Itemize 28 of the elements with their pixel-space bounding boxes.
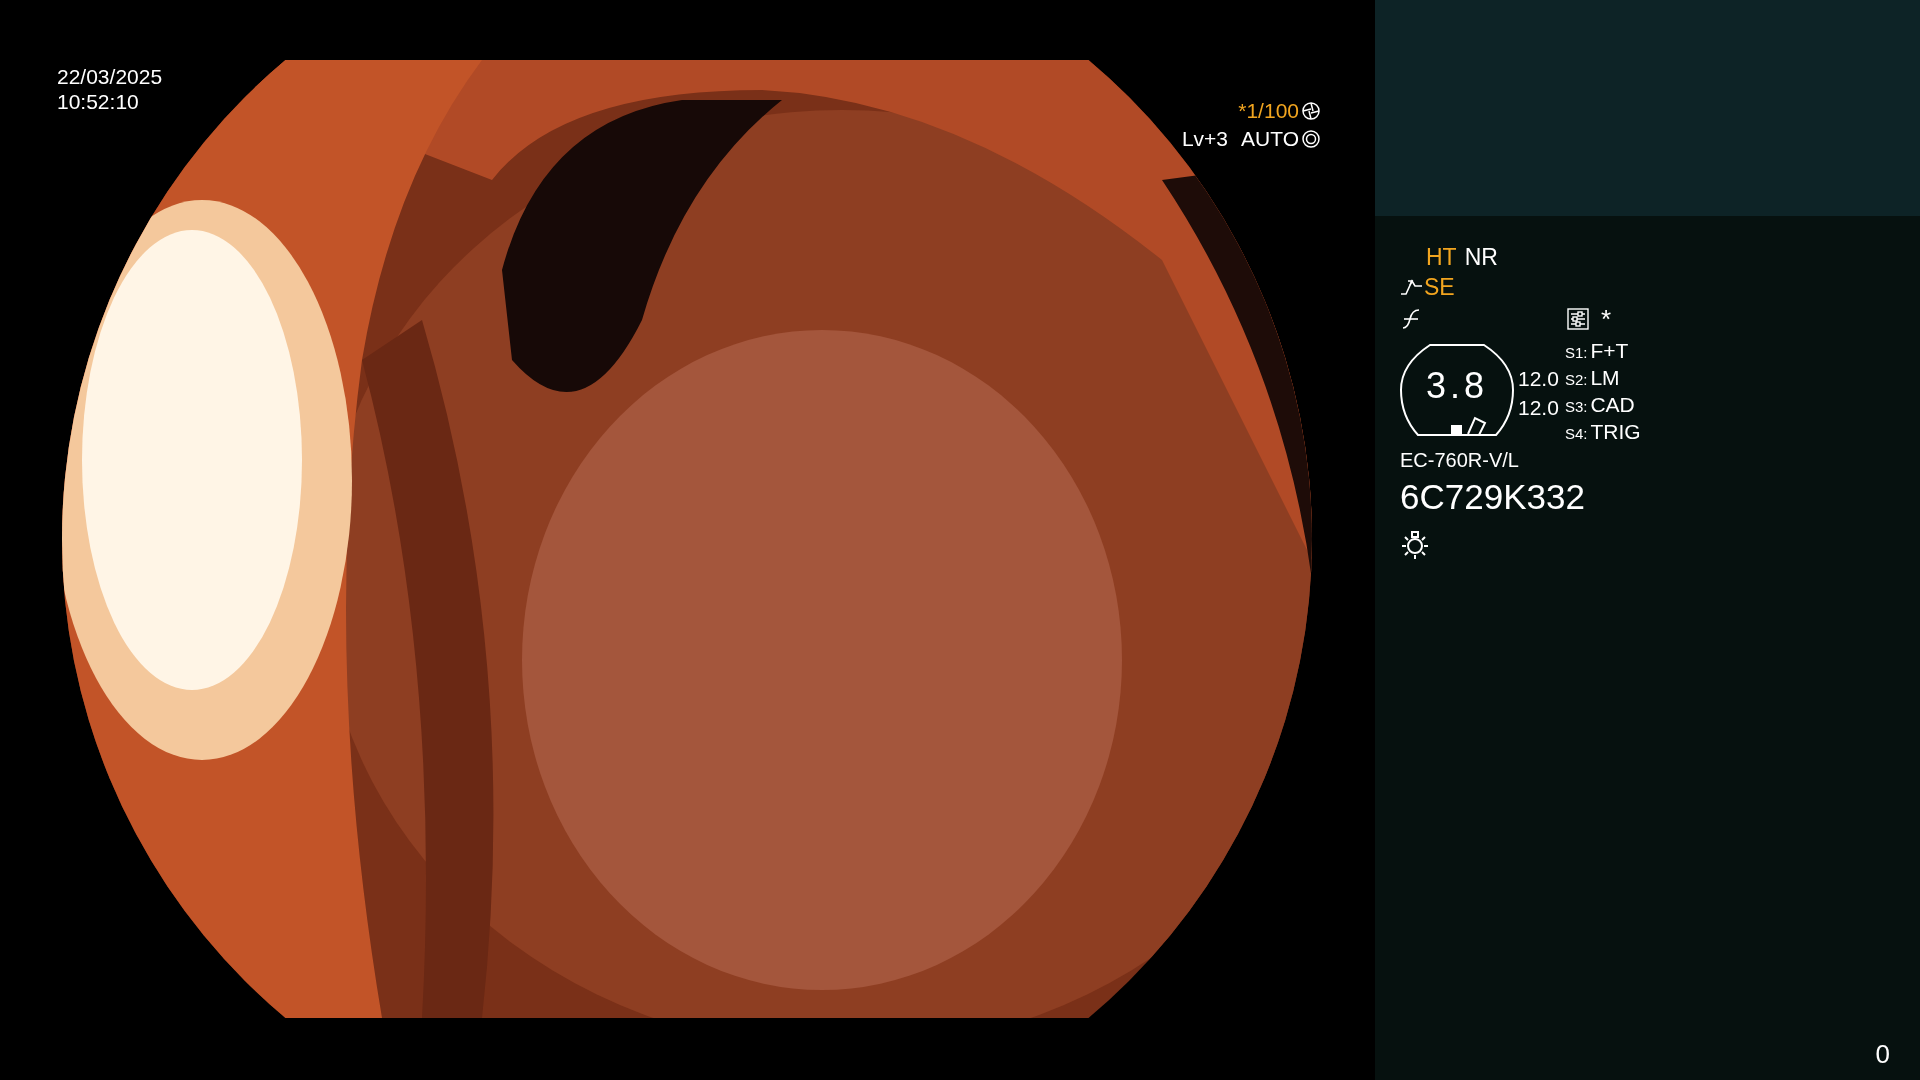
brightness-level-text: Lv+3: [1181, 126, 1229, 151]
counter-text: 0: [1875, 1038, 1890, 1071]
aperture-icon: [1302, 129, 1320, 148]
switch-label: S2:: [1564, 370, 1588, 390]
slashed-curve-icon: [1400, 308, 1422, 330]
shutter-speed-text: *1/100: [1238, 98, 1299, 123]
enhancement-mode-text: SE: [1424, 273, 1455, 302]
switch-label: S3:: [1564, 397, 1588, 417]
switch-function-text: CAD: [1590, 392, 1635, 417]
reading-text: 12.0: [1518, 366, 1559, 392]
exposure-mode-text: AUTO: [1241, 126, 1299, 151]
date-text: 22/03/2025: [57, 64, 163, 89]
scope-model-text: EC-760R-V/L: [1400, 448, 1520, 472]
sliders-icon: [1567, 308, 1589, 330]
switch-label: S1:: [1564, 343, 1588, 363]
serial-number-text: 6C729K332: [1400, 476, 1586, 518]
image-mode-text: HT: [1426, 243, 1457, 272]
switch-function-text: TRIG: [1590, 419, 1641, 444]
switch-function-text: F+T: [1590, 338, 1629, 363]
reading-text: 12.0: [1518, 395, 1559, 421]
time-text: 10:52:10: [57, 89, 140, 114]
switch-label: S4:: [1564, 424, 1588, 444]
sun-icon: [1400, 530, 1430, 560]
asterisk-text: *: [1601, 306, 1612, 332]
aperture-icon: [1302, 101, 1320, 120]
zoom-gauge: 3.8: [1400, 344, 1514, 436]
image-mode-text: NR: [1464, 243, 1498, 272]
switch-function-text: LM: [1590, 365, 1620, 390]
